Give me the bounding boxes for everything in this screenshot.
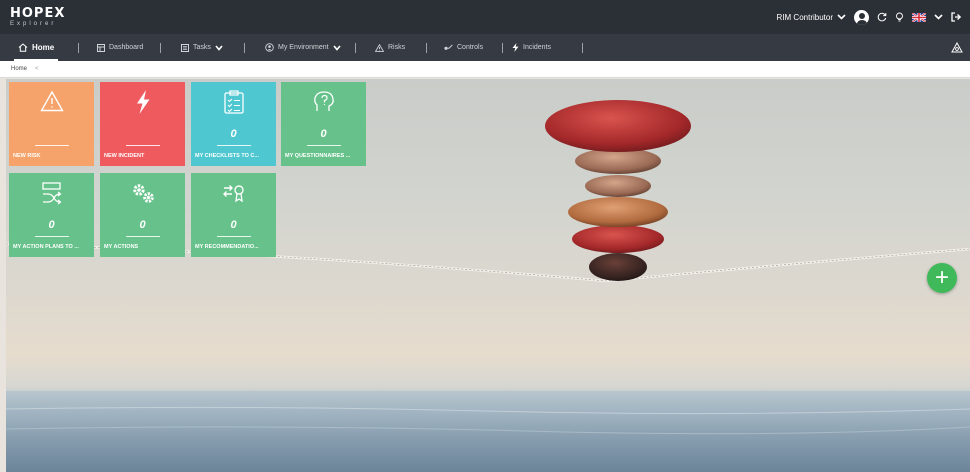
tile-underline xyxy=(217,236,251,237)
top-right-controls: RIM Contributor xyxy=(777,0,962,34)
nav-tasks-label: Tasks xyxy=(193,44,211,51)
refresh-icon[interactable] xyxy=(877,12,887,22)
nav-separator xyxy=(78,43,79,53)
breadcrumb: Home < xyxy=(0,61,970,78)
nav-dashboard[interactable]: Dashboard xyxy=(97,34,143,61)
user-role-dropdown[interactable]: RIM Contributor xyxy=(777,13,846,22)
nav-home[interactable]: Home xyxy=(13,34,59,61)
recommendation-icon xyxy=(191,181,276,205)
tile-underline xyxy=(35,236,69,237)
tile-my-questionnaires[interactable]: 0 MY QUESTIONNAIRES ... xyxy=(281,82,366,166)
nav-risks[interactable]: Risks xyxy=(375,34,405,61)
questionnaire-icon xyxy=(281,90,366,114)
nav-controls[interactable]: Controls xyxy=(444,34,483,61)
lightning-icon xyxy=(512,43,519,52)
logo-main: HOPEX xyxy=(10,6,66,21)
checklist-icon xyxy=(191,90,276,114)
nav-my-environment[interactable]: My Environment xyxy=(265,34,341,61)
tile-count: 0 xyxy=(139,219,146,231)
nav-dashboard-label: Dashboard xyxy=(109,44,144,51)
nav-risks-label: Risks xyxy=(388,44,406,51)
chevron-down-icon xyxy=(837,14,846,20)
top-bar: HOPEX Explorer RIM Contributor xyxy=(0,0,970,34)
nav-separator xyxy=(244,43,245,53)
tile-my-action-plans[interactable]: 0 MY ACTION PLANS TO ... xyxy=(9,173,94,257)
chevron-down-icon xyxy=(215,44,223,51)
nav-tasks[interactable]: Tasks xyxy=(181,34,223,61)
lightbulb-icon[interactable] xyxy=(895,12,904,22)
tile-count: 0 xyxy=(230,219,237,231)
action-plan-icon xyxy=(9,181,94,205)
nav-incidents[interactable]: Incidents xyxy=(512,34,551,61)
nav-separator xyxy=(160,43,161,53)
nav-home-label: Home xyxy=(32,43,55,52)
tile-label: MY CHECKLISTS TO C... xyxy=(195,153,259,159)
nav-separator xyxy=(582,43,583,53)
breadcrumb-separator: < xyxy=(35,66,39,72)
tile-count: 0 xyxy=(320,128,327,140)
warning-icon xyxy=(375,43,384,52)
language-chevron-down-icon[interactable] xyxy=(934,14,943,20)
tile-underline xyxy=(217,145,251,146)
dashboard-icon xyxy=(97,43,105,52)
user-role-label: RIM Contributor xyxy=(776,12,833,22)
tile-count: 0 xyxy=(48,219,55,231)
tile-label: MY ACTIONS xyxy=(104,244,139,250)
tile-label: NEW RISK xyxy=(13,153,41,159)
tile-underline xyxy=(126,236,160,237)
user-avatar-icon[interactable] xyxy=(854,9,869,25)
tile-new-risk[interactable]: NEW RISK xyxy=(9,82,94,166)
gears-icon xyxy=(100,181,185,205)
home-icon xyxy=(18,43,28,52)
warning-icon xyxy=(9,90,94,114)
tile-underline xyxy=(126,145,160,146)
tile-label: MY ACTION PLANS TO ... xyxy=(13,244,79,250)
nav-incidents-label: Incidents xyxy=(523,44,552,51)
tile-count: 0 xyxy=(230,128,237,140)
language-flag-icon[interactable] xyxy=(912,12,926,22)
tile-label: MY QUESTIONNAIRES ... xyxy=(285,153,351,159)
tile-new-incident[interactable]: NEW INCIDENT xyxy=(100,82,185,166)
nav-separator xyxy=(502,43,503,53)
tile-label: MY RECOMMENDATIO... xyxy=(195,244,259,250)
tile-my-checklists[interactable]: 0 MY CHECKLISTS TO C... xyxy=(191,82,276,166)
nav-controls-label: Controls xyxy=(457,44,484,51)
nav-separator xyxy=(426,43,427,53)
breadcrumb-home[interactable]: Home xyxy=(11,66,27,72)
logo-sub: Explorer xyxy=(10,21,57,27)
app-logo[interactable]: HOPEX Explorer xyxy=(10,7,65,27)
chevron-down-icon xyxy=(332,44,341,51)
tile-underline xyxy=(35,145,69,146)
tile-underline xyxy=(307,145,341,146)
add-button[interactable]: + xyxy=(927,263,957,293)
tasks-icon xyxy=(181,43,189,52)
lightning-icon xyxy=(100,90,185,114)
main-navigation: Home Dashboard Tasks My Environment Risk… xyxy=(0,34,970,61)
help-icon[interactable] xyxy=(951,42,963,53)
environment-icon xyxy=(265,43,274,52)
controls-icon xyxy=(444,44,453,52)
tile-label: NEW INCIDENT xyxy=(104,153,145,159)
tile-my-actions[interactable]: 0 MY ACTIONS xyxy=(100,173,185,257)
nav-my-environment-label: My Environment xyxy=(278,44,329,51)
nav-separator xyxy=(355,43,356,53)
logout-icon[interactable] xyxy=(951,12,962,22)
tile-my-recommendations[interactable]: 0 MY RECOMMENDATIO... xyxy=(191,173,276,257)
